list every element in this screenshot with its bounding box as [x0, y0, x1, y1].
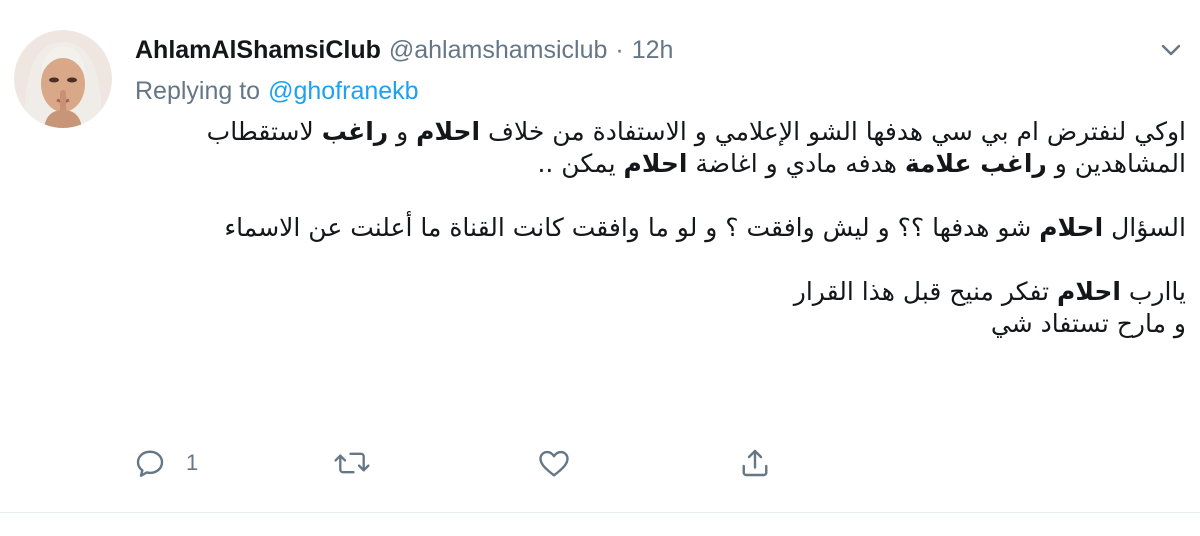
timestamp[interactable]: 12h — [632, 36, 674, 65]
tweet-text-segment: اوكي لنفترض ام بي سي هدفها الشو الإعلامي… — [480, 117, 1186, 146]
divider — [0, 512, 1200, 513]
like-button[interactable] — [536, 440, 590, 486]
bold-mention-text: راغب — [321, 117, 389, 146]
tweet-text-segment: و — [388, 117, 417, 146]
replying-to: Replying to @ghofranekb — [135, 73, 419, 109]
replying-prefix: Replying to — [135, 76, 261, 105]
bold-mention-text: احلام — [416, 117, 481, 146]
bold-mention-text: راغب علامة — [904, 149, 1047, 178]
tweet-actions: 1 — [0, 440, 1200, 486]
tweet-text-segment: السؤال — [1103, 213, 1186, 242]
tweet[interactable]: AhlamAlShamsiClub @ahlamshamsiclub · 12h… — [0, 0, 1200, 536]
tweet-text-segment: هدفه مادي و اغاضة — [687, 149, 905, 178]
tweet-header: AhlamAlShamsiClub @ahlamshamsiclub · 12h — [135, 30, 673, 70]
display-name[interactable]: AhlamAlShamsiClub — [135, 36, 381, 65]
bold-mention-text: احلام — [623, 149, 688, 178]
reply-to-handle[interactable]: @ghofranekb — [268, 77, 418, 106]
tweet-paragraph: ياارب احلام تفكر منيح قبل هذا القرار و ما… — [150, 276, 1186, 340]
avatar[interactable] — [14, 30, 112, 128]
bold-mention-text: احلام — [1057, 277, 1121, 306]
tweet-text-segment: تفكر منيح قبل هذا القرار — [793, 277, 1058, 306]
tweet-text-segment: ياارب — [1120, 277, 1186, 306]
tweet-text-segment: و مارح تستفاد شي — [990, 309, 1186, 338]
tweet-text-segment: يمكن .. — [537, 149, 624, 178]
share-button[interactable] — [737, 440, 773, 486]
tweet-text-segment: شو هدفها ؟؟ و ليش وافقت ؟ و لو ما وافقت … — [224, 213, 1040, 242]
reply-icon — [136, 450, 164, 477]
tweet-paragraph: اوكي لنفترض ام بي سي هدفها الشو الإعلامي… — [150, 116, 1186, 180]
user-handle[interactable]: @ahlamshamsiclub — [389, 36, 608, 65]
tweet-text: اوكي لنفترض ام بي سي هدفها الشو الإعلامي… — [150, 116, 1186, 340]
chevron-down-icon[interactable] — [1156, 36, 1186, 64]
bold-mention-text: احلام — [1039, 213, 1104, 242]
share-icon — [742, 449, 768, 477]
reply-button[interactable]: 1 — [132, 440, 198, 486]
retweet-icon — [334, 452, 370, 474]
reply-count: 1 — [186, 450, 199, 475]
heart-icon — [539, 450, 569, 477]
avatar-image — [14, 30, 112, 128]
separator-dot: · — [615, 35, 624, 64]
retweet-button[interactable] — [333, 440, 389, 486]
tweet-paragraph: السؤال احلام شو هدفها ؟؟ و ليش وافقت ؟ و… — [150, 212, 1186, 244]
